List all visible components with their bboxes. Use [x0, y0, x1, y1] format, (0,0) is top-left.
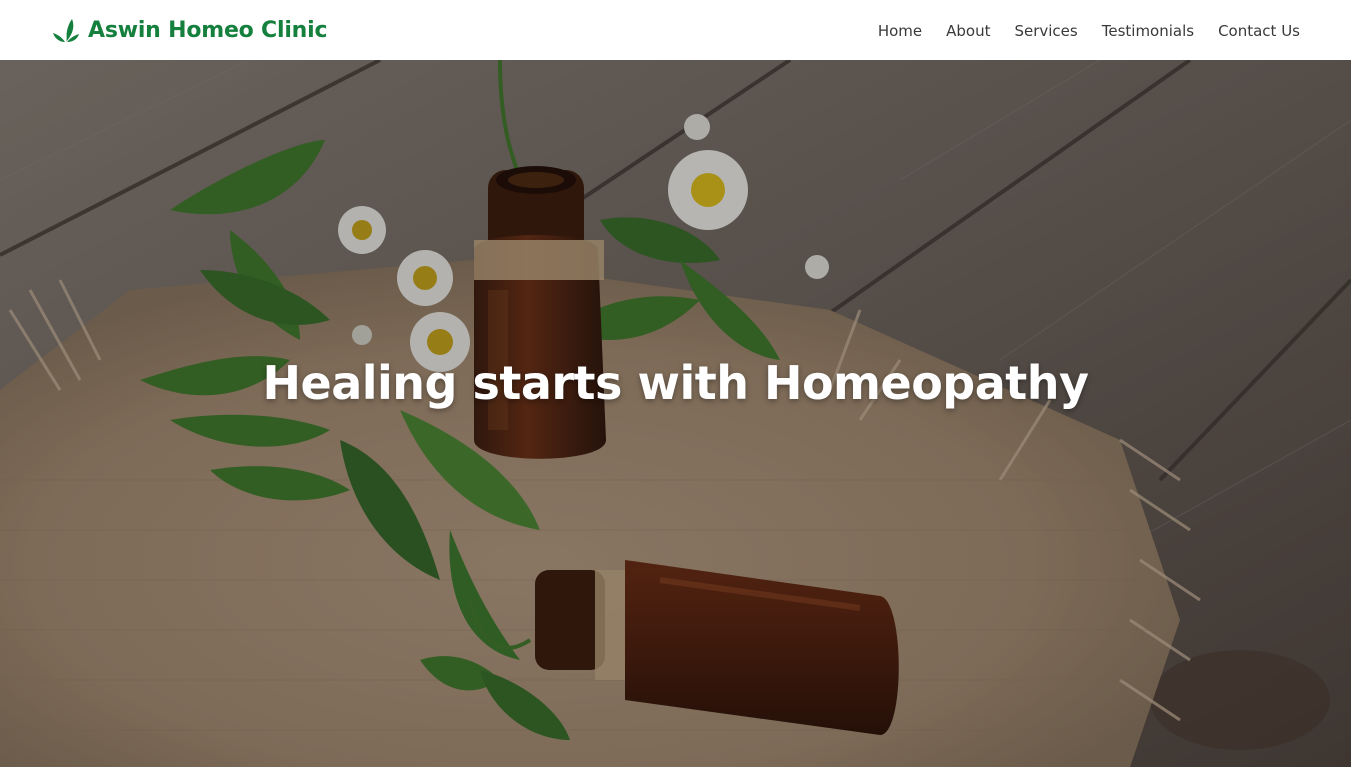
nav-services-link[interactable]: Services: [1014, 22, 1077, 40]
nav-about-link[interactable]: About: [946, 22, 990, 40]
nav-home-link[interactable]: Home: [878, 22, 922, 40]
nav-testimonials-link[interactable]: Testimonials: [1102, 22, 1194, 40]
leaf-icon: [52, 16, 80, 44]
hero-title: Healing starts with Homeopathy: [262, 356, 1089, 410]
top-navbar: Aswin Homeo Clinic Home About Services T…: [0, 0, 1351, 60]
nav-menu: Home About Services Testimonials Contact…: [878, 21, 1300, 40]
hero-section: Healing starts with Homeopathy: [0, 60, 1351, 767]
hero-overlay: [0, 60, 1351, 767]
nav-contact-link[interactable]: Contact Us: [1218, 22, 1300, 40]
brand-logo-link[interactable]: Aswin Homeo Clinic: [52, 16, 328, 44]
brand-name: Aswin Homeo Clinic: [88, 17, 328, 43]
